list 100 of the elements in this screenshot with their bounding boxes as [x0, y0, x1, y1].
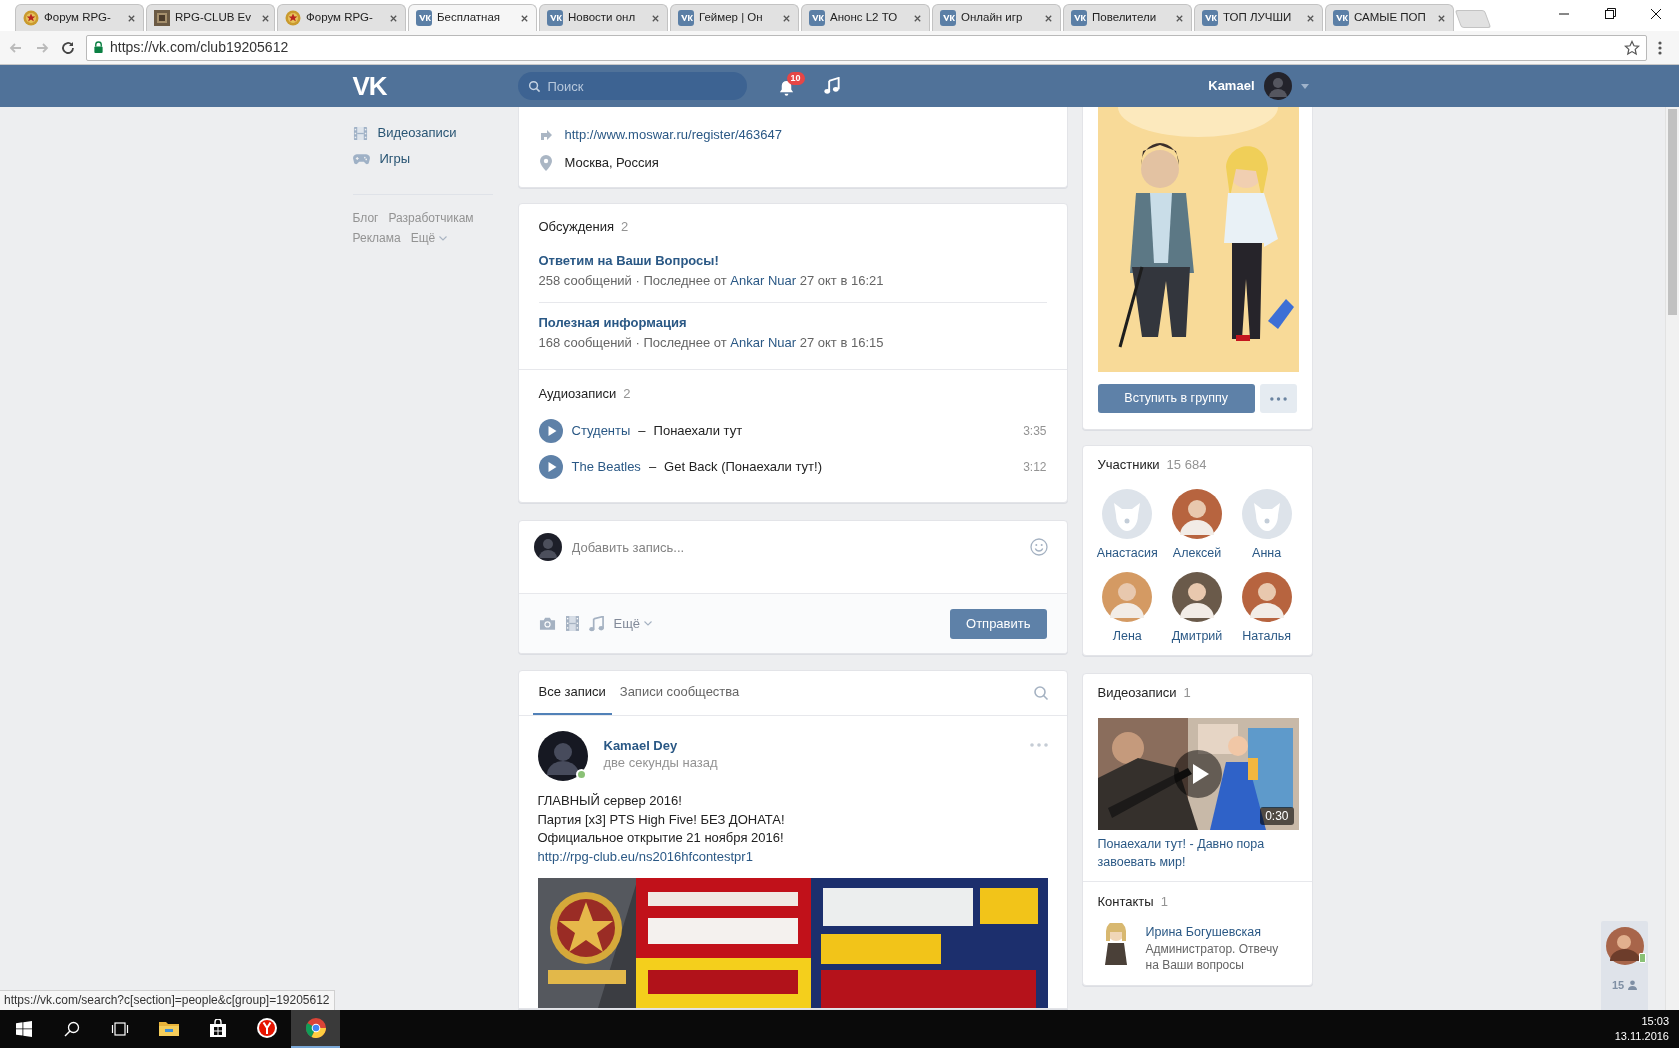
search-icon[interactable]	[64, 1021, 80, 1037]
browser-tab[interactable]: ТОП ЛУЧШИ	[1194, 4, 1323, 31]
favicon-icon	[416, 10, 432, 26]
favicon-icon	[678, 10, 694, 26]
section-title: Контакты	[1097, 893, 1154, 912]
lock-icon	[93, 41, 104, 54]
close-tab-icon[interactable]	[1437, 13, 1446, 23]
browser-tab[interactable]: Онлайн игр	[932, 4, 1061, 31]
bookmark-star-icon[interactable]	[1624, 39, 1640, 56]
browser-icon	[256, 1018, 277, 1038]
browser-tab[interactable]: САМЫЕ ПОП	[1325, 4, 1454, 31]
play-button[interactable]	[1173, 750, 1222, 798]
section-title: Участники	[1097, 456, 1160, 475]
browser-tab[interactable]: RPG-CLUB Ev	[146, 4, 275, 31]
close-tab-icon[interactable]	[261, 13, 271, 23]
taskbar-app[interactable]	[291, 1010, 340, 1048]
author-link[interactable]: Kamael Dey	[603, 737, 678, 754]
contact-name[interactable]: Ирина Богушевская	[1145, 923, 1261, 941]
scrollbar[interactable]	[1665, 107, 1679, 1010]
join-group-button[interactable]: Вступить в группу	[1097, 384, 1255, 413]
vk-logo[interactable]: VK	[352, 66, 518, 106]
sidebar-item[interactable]: Игры	[352, 146, 504, 172]
browser-tab[interactable]: Анонс L2 ТО	[801, 4, 930, 31]
member-name[interactable]: Лена	[1112, 628, 1142, 645]
avatar[interactable]	[1172, 572, 1222, 622]
clock-date: 13.11.2016	[1614, 1029, 1669, 1044]
avatar	[533, 533, 562, 561]
link-arrow-icon	[538, 128, 553, 142]
favicon-icon	[23, 10, 39, 26]
favicon-icon	[1333, 10, 1349, 26]
member-name[interactable]: Алексей	[1172, 545, 1222, 562]
online-count: 15	[1611, 978, 1625, 993]
favicon-icon	[154, 10, 170, 26]
close-tab-icon[interactable]	[1044, 13, 1053, 23]
more-dots-icon	[1269, 396, 1287, 401]
shopping-bag-icon	[208, 1019, 227, 1037]
gamepad-icon	[352, 153, 370, 165]
favicon-icon	[940, 10, 956, 26]
track-title: Get Back (Понаехали тут!)	[664, 458, 822, 477]
wall-tab[interactable]: Все записи	[532, 671, 612, 715]
task-view-icon[interactable]	[111, 1021, 129, 1037]
video-title[interactable]: Понаехали тут! - Давно пора завоевать мир!	[1097, 835, 1288, 871]
track-separator: –	[638, 422, 646, 441]
send-button[interactable]: Отправить	[950, 608, 1047, 639]
author-link[interactable]: Ankar Nuar	[730, 273, 797, 288]
member-name[interactable]: Дмитрий	[1171, 628, 1223, 645]
member-name[interactable]: Анастасия	[1096, 545, 1158, 562]
close-tab-icon[interactable]	[782, 13, 791, 23]
track-artist[interactable]: Студенты	[571, 421, 631, 441]
topic-meta: 168 сообщений · Последнее от Ankar Nuar 27 окт в 16:15	[538, 334, 884, 352]
browser-tab[interactable]: Бесплатная	[408, 4, 537, 31]
author-link[interactable]: Ankar Nuar	[730, 335, 797, 350]
post-text: ГЛАВНЫЙ сервер 2016! Партия [x3] PTS High Five! БЕЗ ДОНАТА! Официальное открытие 21 ноября 2016!	[537, 792, 785, 847]
close-tab-icon[interactable]	[520, 13, 529, 23]
address-field[interactable]: https://vk.com/club19205612	[86, 34, 1647, 61]
avatar[interactable]	[1605, 927, 1644, 965]
reload-icon[interactable]	[60, 39, 76, 56]
menu-icon[interactable]	[1657, 39, 1663, 56]
favicon-icon	[1071, 10, 1087, 26]
wall-tab[interactable]: Записи сообщества	[613, 671, 746, 715]
close-tab-icon[interactable]	[127, 13, 136, 23]
favicon-icon	[547, 10, 563, 26]
section-count: 1	[1183, 684, 1191, 703]
browser-tab[interactable]: Форум RPG-	[15, 4, 144, 31]
browser-tab[interactable]: Геймер | Он	[670, 4, 799, 31]
member-name[interactable]: Анна	[1252, 545, 1282, 562]
section-count: 15 684	[1166, 456, 1207, 475]
close-tab-icon[interactable]	[1306, 13, 1315, 23]
close-tab-icon[interactable]	[913, 13, 922, 23]
website-link[interactable]: http://www.moswar.ru/register/463647	[564, 125, 782, 145]
browser-tab[interactable]: Повелители	[1063, 4, 1192, 31]
notification-count: 10	[786, 72, 805, 85]
chrome-icon	[305, 1018, 326, 1038]
contact-role: Администратор. Отвечу на Ваши вопросы	[1145, 941, 1280, 973]
close-tab-icon[interactable]	[1175, 13, 1184, 23]
close-tab-icon[interactable]	[389, 13, 398, 23]
avatar[interactable]	[537, 731, 588, 781]
user-menu[interactable]: Kamael	[1208, 65, 1313, 107]
track-artist[interactable]: The Beatles	[571, 457, 641, 477]
favicon-icon	[809, 10, 825, 26]
favicon-icon	[1202, 10, 1218, 26]
topic-meta: 258 сообщений · Последнее от Ankar Nuar 27 окт в 16:21	[538, 272, 884, 290]
member-name[interactable]: Наталья	[1242, 628, 1292, 645]
notifications-button[interactable]: 10	[776, 72, 809, 100]
section-title: Обсуждения	[538, 218, 615, 237]
search-icon	[527, 80, 541, 93]
topic-title[interactable]: Полезная информация	[538, 314, 687, 334]
post-input[interactable]: Добавить запись...	[571, 533, 1020, 561]
status-url: https://vk.com/search?c[section]=people&c[group]=19205612	[0, 990, 335, 1010]
close-tab-icon[interactable]	[651, 13, 660, 23]
music-icon[interactable]	[822, 76, 841, 96]
section-count: 2	[621, 218, 629, 237]
browser-tab[interactable]: Форум RPG-	[277, 4, 406, 31]
browser-tab[interactable]: Новости онл	[539, 4, 668, 31]
start-icon[interactable]	[16, 1021, 32, 1037]
sidebar-item[interactable]: Видеозаписи	[352, 120, 504, 146]
post-link[interactable]: http://rpg-club.eu/ns2016hfcontestpr1	[537, 847, 753, 866]
scrollbar-thumb[interactable]	[1668, 109, 1677, 315]
topic-title[interactable]: Ответим на Ваши Вопросы!	[538, 252, 719, 272]
search-field[interactable]: Поиск	[517, 72, 747, 100]
